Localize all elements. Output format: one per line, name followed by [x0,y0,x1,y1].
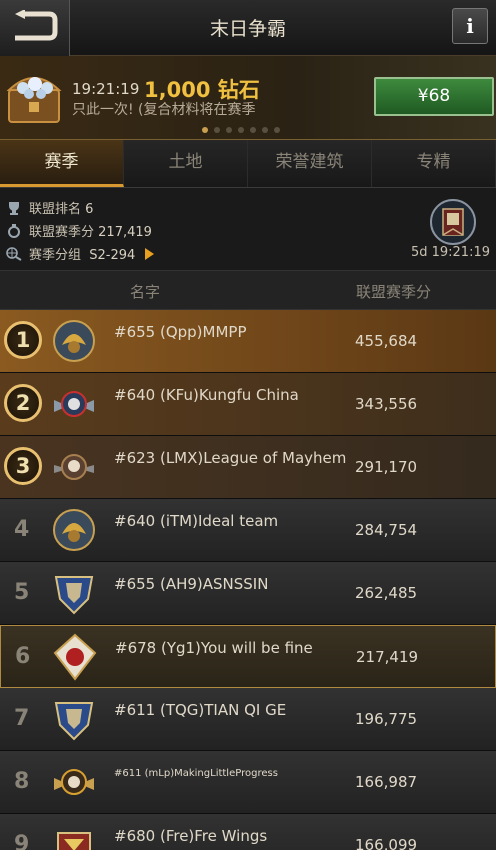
ranking-row[interactable]: 3 #623 (LMX)League of Mayhem 291,170 [0,436,496,499]
column-header-score: 联盟赛季分 [356,283,432,301]
dragon-emblem-icon [53,320,95,362]
carousel-dot[interactable] [262,127,268,133]
alliance-name: #611 (TQG)TIAN QI GE [114,701,287,719]
diamond-chest-icon [6,77,62,123]
ranking-row[interactable]: 7 #611 (TQG)TIAN QI GE 196,775 [0,688,496,751]
globe-search-icon [6,246,22,261]
alliance-name: #640 (KFu)Kungfu China [114,386,299,404]
alliance-name: #623 (LMX)League of Mayhem [114,449,347,467]
back-button[interactable] [0,0,70,56]
alliance-score: 166,099 [355,836,418,850]
alliance-name: #678 (Yg1)You will be fine [115,639,313,657]
column-header-name: 名字 [130,283,161,301]
alliance-name: #655 (Qpp)MMPP [114,323,247,341]
shield-emblem-icon [54,702,94,741]
tab-honor-buildings[interactable]: 荣誉建筑 [248,140,372,187]
ranking-row[interactable]: 9 #680 (Fre)Fre Wings 166,099 [0,814,496,850]
alliance-name: #680 (Fre)Fre Wings [114,827,268,845]
skull-wings-emblem-icon [54,769,94,795]
carousel-dot[interactable] [202,127,208,133]
ranking-row[interactable]: 5 #655 (AH9)ASNSSIN 262,485 [0,562,496,625]
alliance-rank-value: 6 [85,202,94,217]
dragon-emblem-icon [53,509,95,551]
carousel-dot[interactable] [250,127,256,133]
tab-land[interactable]: 土地 [124,140,248,187]
alliance-score: 217,419 [356,648,419,666]
alliance-score: 284,754 [355,521,418,539]
alliance-rank-stat: 联盟排名 6 [6,198,93,217]
carousel-dots [202,127,280,133]
rank-number: 3 [4,447,42,485]
rank-number: 5 [14,580,30,605]
season-timer: 5d 19:21:19 [410,245,490,260]
top-bar: 末日争霸 i [0,0,496,56]
alliance-score: 196,775 [355,710,418,728]
season-score-value: 217,419 [98,225,152,240]
ranking-row[interactable]: 8 #611 (mLp)MakingLittleProgress 166,987 [0,751,496,814]
season-group-value: S2-294 [89,248,136,263]
buy-button[interactable]: ¥68 [374,77,494,116]
rank-number: 1 [4,321,42,359]
alliance-name: #611 (mLp)MakingLittleProgress [114,768,278,779]
rank-number: 8 [14,769,30,794]
info-button[interactable]: i [452,8,488,44]
skull-wings-emblem-icon [54,391,94,417]
ranking-row[interactable]: 2 #640 (KFu)Kungfu China 343,556 [0,373,496,436]
rank-number: 9 [14,832,30,850]
rank-number: 7 [14,706,30,731]
promo-description: 只此一次! (复合材料将在赛季 [72,102,256,118]
alliance-score: 262,485 [355,584,418,602]
ranking-list: 1 #655 (Qpp)MMPP 455,684 2 #640 (KFu)Kun… [0,310,496,850]
ranking-row[interactable]: 4 #640 (iTM)Ideal team 284,754 [0,499,496,562]
carousel-dot[interactable] [274,127,280,133]
alliance-score: 166,987 [355,773,418,791]
alliance-score: 455,684 [355,332,418,350]
alliance-score: 291,170 [355,458,418,476]
crest-emblem-icon [53,633,97,681]
page-title: 末日争霸 [209,18,286,40]
alliance-name: #655 (AH9)ASNSSIN [114,575,269,593]
season-score-label: 联盟赛季分 [29,225,95,240]
trophy-icon [9,201,19,215]
alliance-rank-label: 联盟排名 [29,202,82,217]
alliance-name: #640 (iTM)Ideal team [114,512,279,530]
promo-timer: 19:21:19 [72,80,140,98]
season-badge-icon[interactable] [430,199,476,245]
rank-number: 2 [4,384,42,422]
carousel-dot[interactable] [214,127,220,133]
shield-emblem-icon [54,576,94,615]
promo-banner[interactable]: 19:21:19 1,000 钻石 只此一次! (复合材料将在赛季 ¥68 [0,56,496,140]
carousel-dot[interactable] [226,127,232,133]
alliance-stats: 联盟排名 6 联盟赛季分 217,419 赛季分组 S2-294 5d 19:2… [0,188,496,270]
tab-mastery[interactable]: 专精 [372,140,496,187]
season-score-stat: 联盟赛季分 217,419 [6,221,152,240]
season-group-stat[interactable]: 赛季分组 S2-294 [6,244,155,263]
alliance-score: 343,556 [355,395,418,413]
tab-bar: 赛季 土地 荣誉建筑 专精 [0,140,496,188]
ranking-header: 名字 联盟赛季分 [0,270,496,310]
rank-number: 4 [14,517,30,542]
arrow-right-icon[interactable] [145,247,155,260]
carousel-dot[interactable] [238,127,244,133]
season-group-label: 赛季分组 [29,248,82,263]
skull-emblem-icon [54,454,94,480]
ranking-row[interactable]: 1 #655 (Qpp)MMPP 455,684 [0,310,496,373]
tab-season[interactable]: 赛季 [0,140,124,187]
medal-icon [8,223,20,238]
rank-number: 6 [15,644,31,669]
crown-emblem-icon [57,832,91,850]
back-arrow-icon [15,10,58,41]
ranking-row-own-alliance[interactable]: 6 #678 (Yg1)You will be fine 217,419 [0,625,496,688]
